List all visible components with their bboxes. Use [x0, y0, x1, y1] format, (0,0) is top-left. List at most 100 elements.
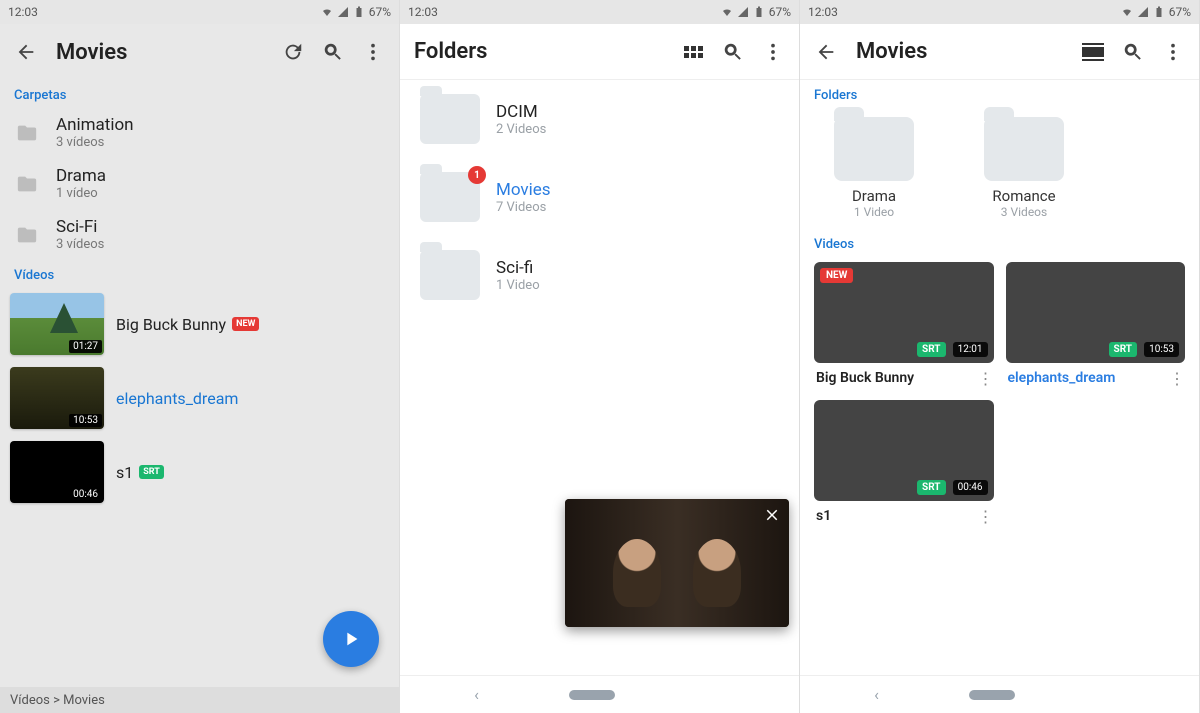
screen-list-view: 12:03 67% Movies Carpetas Animation3 víd…: [0, 0, 400, 713]
video-thumbnail: 00:46: [10, 441, 104, 503]
pip-player[interactable]: [565, 499, 789, 627]
duration-badge: 00:46: [69, 488, 102, 501]
search-button[interactable]: [317, 36, 349, 68]
video-thumbnail: 01:27: [10, 293, 104, 355]
android-nav-bar: ‹: [400, 675, 799, 713]
video-title: Big Buck Bunny: [816, 370, 914, 386]
back-button[interactable]: [810, 36, 842, 68]
page-title: Movies: [56, 40, 269, 65]
folder-name: Drama: [56, 166, 106, 186]
signal-icon: [737, 6, 749, 18]
video-thumbnail: NEW SRT 12:01: [814, 262, 994, 363]
search-button[interactable]: [1117, 36, 1149, 68]
overflow-button[interactable]: [757, 36, 789, 68]
back-button[interactable]: [10, 36, 42, 68]
video-title: elephants_dream: [116, 389, 238, 408]
srt-badge: SRT: [917, 480, 945, 495]
view-grid-button[interactable]: [677, 36, 709, 68]
video-thumbnail: SRT 10:53: [1006, 262, 1186, 363]
new-badge: NEW: [232, 317, 259, 331]
srt-badge: SRT: [139, 465, 164, 479]
folder-row[interactable]: Drama1 vídeo: [0, 158, 399, 209]
folder-count: 3 vídeos: [56, 237, 104, 252]
battery-percent: 67%: [769, 5, 791, 19]
overflow-button[interactable]: [357, 36, 389, 68]
search-icon: [1122, 41, 1144, 63]
battery-icon: [353, 6, 365, 18]
folder-card[interactable]: Drama 1 Video: [814, 117, 934, 219]
screen-grid-view: 12:03 67% Movies Folders Drama 1 Vid: [800, 0, 1200, 713]
pip-close-button[interactable]: [763, 505, 781, 529]
folder-row[interactable]: 1 Movies7 Videos: [400, 158, 799, 236]
srt-badge: SRT: [917, 342, 945, 357]
folder-name: Romance: [964, 187, 1084, 205]
page-title: Folders: [414, 39, 669, 64]
video-thumbnail: 10:53: [10, 367, 104, 429]
page-title: Movies: [856, 39, 1069, 64]
video-row[interactable]: 10:53 elephants_dream: [0, 361, 399, 435]
video-menu-button[interactable]: ⋮: [978, 507, 992, 526]
folder-icon: [984, 117, 1064, 181]
new-count-badge: 1: [468, 166, 486, 184]
wifi-icon: [1121, 6, 1133, 18]
wifi-icon: [321, 6, 333, 18]
signal-icon: [337, 6, 349, 18]
view-list-icon: [1082, 43, 1104, 61]
video-title: Big Buck Bunny: [116, 315, 226, 334]
duration-badge: 01:27: [69, 340, 102, 353]
folder-name: Sci-fi: [496, 258, 540, 278]
folder-count: 3 vídeos: [56, 135, 134, 150]
app-bar: Movies: [800, 24, 1199, 80]
folder-name: Drama: [814, 187, 934, 205]
folder-icon: [420, 250, 480, 300]
overflow-button[interactable]: [1157, 36, 1189, 68]
android-nav-bar: ‹: [800, 675, 1199, 713]
close-icon: [763, 506, 781, 524]
play-icon: [340, 628, 362, 650]
folder-icon: [834, 117, 914, 181]
video-card[interactable]: SRT 10:53 elephants_dream ⋮: [1006, 262, 1186, 388]
clock: 12:03: [808, 5, 838, 19]
video-card[interactable]: NEW SRT 12:01 Big Buck Bunny ⋮: [814, 262, 994, 388]
search-icon: [322, 41, 344, 63]
video-menu-button[interactable]: ⋮: [978, 369, 992, 388]
folder-count: 2 Videos: [496, 122, 546, 137]
battery-icon: [753, 6, 765, 18]
video-card[interactable]: SRT 00:46 s1⋮: [814, 400, 994, 526]
folder-row[interactable]: Sci-Fi3 vídeos: [0, 209, 399, 260]
video-title: s1: [116, 463, 133, 482]
folder-row[interactable]: DCIM2 Videos: [400, 80, 799, 158]
video-menu-button[interactable]: ⋮: [1169, 369, 1183, 388]
battery-icon: [1153, 6, 1165, 18]
nav-home-icon[interactable]: [569, 690, 615, 700]
folder-name: DCIM: [496, 102, 546, 122]
video-title: elephants_dream: [1008, 370, 1116, 386]
search-button[interactable]: [717, 36, 749, 68]
video-row[interactable]: 01:27 Big Buck Bunny NEW: [0, 287, 399, 361]
section-folders-label: Folders: [800, 80, 1199, 107]
nav-back-icon[interactable]: ‹: [474, 685, 479, 704]
refresh-button[interactable]: [277, 36, 309, 68]
clock: 12:03: [408, 5, 438, 19]
pip-thumbnail: [565, 499, 789, 627]
nav-back-icon[interactable]: ‹: [874, 685, 879, 704]
folder-icon: 1: [420, 172, 480, 222]
folder-icon: [14, 224, 40, 246]
video-row[interactable]: 00:46 s1 SRT: [0, 435, 399, 509]
section-folders-label: Carpetas: [0, 80, 399, 107]
video-title: s1: [816, 508, 831, 524]
folder-count: 7 Videos: [496, 200, 551, 215]
app-bar: Folders: [400, 24, 799, 80]
status-bar: 12:03 67%: [400, 0, 799, 24]
nav-home-icon[interactable]: [969, 690, 1015, 700]
folder-row[interactable]: Sci-fi1 Video: [400, 236, 799, 314]
folder-row[interactable]: Animation3 vídeos: [0, 107, 399, 158]
breadcrumb: Vídeos > Movies: [0, 687, 399, 713]
play-fab[interactable]: [323, 611, 379, 667]
view-mode-button[interactable]: [1077, 36, 1109, 68]
folder-card[interactable]: Romance 3 Videos: [964, 117, 1084, 219]
duration-badge: 10:53: [1144, 342, 1179, 357]
status-bar: 12:03 67%: [800, 0, 1199, 24]
folder-icon: [420, 94, 480, 144]
folder-icon: [14, 173, 40, 195]
